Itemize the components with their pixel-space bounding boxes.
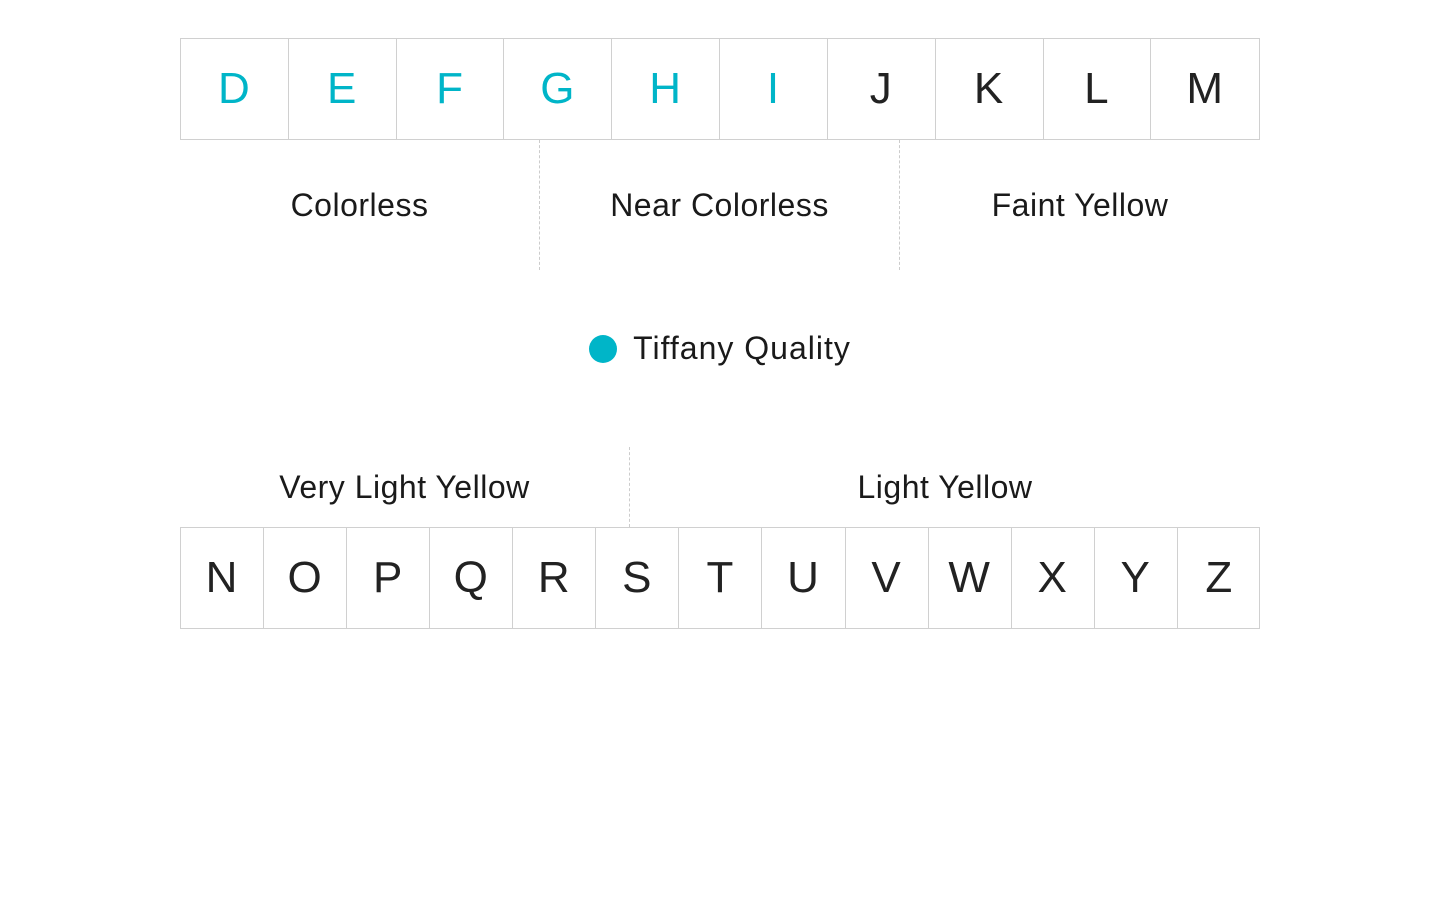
- faint-yellow-label: Faint Yellow: [992, 187, 1169, 224]
- bottom-grade-cell-t: T: [679, 528, 762, 628]
- category-very-light-yellow: Very Light Yellow: [180, 447, 630, 527]
- categories-top: Colorless Near Colorless Faint Yellow: [180, 140, 1260, 270]
- categories-bottom: Very Light Yellow Light Yellow: [180, 447, 1260, 527]
- top-grade-cell-e: E: [289, 39, 397, 139]
- top-grade-cell-i: I: [720, 39, 828, 139]
- top-grade-cell-d: D: [181, 39, 289, 139]
- bottom-grade-cell-u: U: [762, 528, 845, 628]
- bottom-grade-cell-o: O: [264, 528, 347, 628]
- bottom-grade-cell-p: P: [347, 528, 430, 628]
- tiffany-quality-label: Tiffany Quality: [633, 330, 851, 367]
- colorless-label: Colorless: [291, 187, 429, 224]
- very-light-yellow-label: Very Light Yellow: [279, 469, 529, 506]
- top-grade-row: DEFGHIJKLM: [180, 38, 1260, 140]
- top-grade-cell-l: L: [1044, 39, 1152, 139]
- bottom-grade-cell-q: Q: [430, 528, 513, 628]
- bottom-grade-cell-r: R: [513, 528, 596, 628]
- category-near-colorless: Near Colorless: [540, 140, 900, 270]
- light-yellow-label: Light Yellow: [857, 469, 1032, 506]
- bottom-grade-cell-w: W: [929, 528, 1012, 628]
- bottom-grade-cell-s: S: [596, 528, 679, 628]
- top-grade-cell-g: G: [504, 39, 612, 139]
- top-grade-cell-j: J: [828, 39, 936, 139]
- category-light-yellow: Light Yellow: [630, 447, 1260, 527]
- tiffany-quality-dot: [589, 335, 617, 363]
- top-grade-cell-h: H: [612, 39, 720, 139]
- top-grade-cell-m: M: [1151, 39, 1259, 139]
- bottom-grade-row: NOPQRSTUVWXYZ: [180, 527, 1260, 629]
- category-faint-yellow: Faint Yellow: [900, 140, 1260, 270]
- bottom-grade-cell-y: Y: [1095, 528, 1178, 628]
- bottom-grade-cell-n: N: [181, 528, 264, 628]
- near-colorless-label: Near Colorless: [610, 187, 829, 224]
- category-colorless: Colorless: [180, 140, 540, 270]
- bottom-grade-cell-x: X: [1012, 528, 1095, 628]
- bottom-grade-cell-v: V: [846, 528, 929, 628]
- bottom-grade-cell-z: Z: [1178, 528, 1261, 628]
- top-grade-cell-f: F: [397, 39, 505, 139]
- legend-section: Tiffany Quality: [180, 330, 1260, 367]
- top-grade-cell-k: K: [936, 39, 1044, 139]
- main-container: DEFGHIJKLM Colorless Near Colorless Fain…: [0, 0, 1440, 912]
